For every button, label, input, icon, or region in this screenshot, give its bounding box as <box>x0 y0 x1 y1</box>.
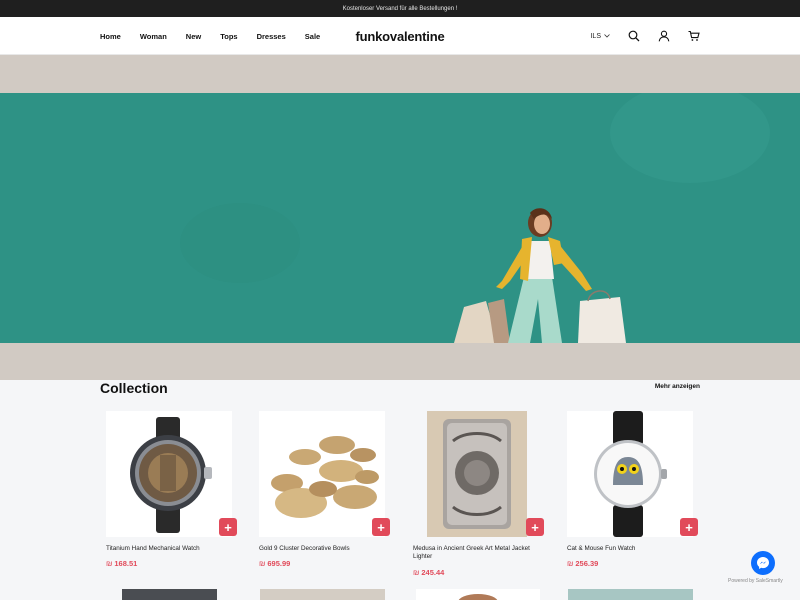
nav-woman[interactable]: Woman <box>140 32 167 41</box>
header-actions: ILS <box>590 17 700 55</box>
price-value: 695.99 <box>267 559 291 568</box>
price-value: 245.44 <box>421 568 445 577</box>
announcement-text: Kostenloser Versand für alle Bestellunge… <box>342 5 458 12</box>
product-image[interactable] <box>122 589 217 600</box>
product-name[interactable]: Gold 9 Cluster Decorative Bowls <box>259 545 395 553</box>
currency-symbol: ₪ <box>413 568 420 577</box>
product-price: ₪ 168.51 <box>106 559 137 568</box>
currency-label: ILS <box>590 32 601 40</box>
product-image[interactable] <box>568 589 693 600</box>
collection-section: Collection Mehr anzeigen + Titanium Hand… <box>0 380 800 600</box>
nav-home[interactable]: Home <box>100 32 121 41</box>
user-icon[interactable] <box>658 30 670 42</box>
currency-symbol: ₪ <box>106 559 113 568</box>
shopping-woman-illustration <box>454 208 626 343</box>
show-more-link[interactable]: Mehr anzeigen <box>655 383 700 390</box>
powered-by-text: Powered by SaleSmartly <box>728 578 783 584</box>
nav-new[interactable]: New <box>186 32 201 41</box>
product-name[interactable]: Titanium Hand Mechanical Watch <box>106 545 242 553</box>
product-name[interactable]: Medusa in Ancient Greek Art Metal Jacket… <box>413 545 549 561</box>
add-to-cart-button[interactable]: + <box>680 518 698 536</box>
product-image[interactable] <box>567 411 693 537</box>
product-image[interactable] <box>260 589 385 600</box>
product-image[interactable] <box>416 589 540 600</box>
hero-banner[interactable] <box>0 55 800 380</box>
nav-dresses[interactable]: Dresses <box>257 32 286 41</box>
cart-icon[interactable] <box>688 30 700 42</box>
price-value: 168.51 <box>114 559 138 568</box>
product-image[interactable] <box>106 411 232 537</box>
nav-tops[interactable]: Tops <box>220 32 237 41</box>
brand-logo[interactable]: funkovalentine <box>340 17 460 55</box>
product-name[interactable]: Cat & Mouse Fun Watch <box>567 545 703 553</box>
add-to-cart-button[interactable]: + <box>372 518 390 536</box>
product-image[interactable] <box>259 411 385 537</box>
chevron-down-icon <box>604 33 610 40</box>
product-price: ₪ 256.39 <box>567 559 598 568</box>
product-price: ₪ 695.99 <box>259 559 290 568</box>
product-image[interactable] <box>413 411 539 537</box>
hero-image <box>0 93 800 343</box>
currency-selector[interactable]: ILS <box>590 33 610 40</box>
nav-sale[interactable]: Sale <box>305 32 320 41</box>
currency-symbol: ₪ <box>567 559 574 568</box>
search-icon[interactable] <box>628 30 640 42</box>
product-price: ₪ 245.44 <box>413 568 444 577</box>
messenger-icon <box>757 557 769 569</box>
collection-title: Collection <box>100 380 168 396</box>
add-to-cart-button[interactable]: + <box>526 518 544 536</box>
site-header: Home Woman New Tops Dresses Sale funkova… <box>0 17 800 55</box>
currency-symbol: ₪ <box>259 559 266 568</box>
price-value: 256.39 <box>575 559 599 568</box>
main-nav: Home Woman New Tops Dresses Sale <box>100 17 339 55</box>
messenger-chat-button[interactable] <box>751 551 775 575</box>
add-to-cart-button[interactable]: + <box>219 518 237 536</box>
announcement-bar: Kostenloser Versand für alle Bestellunge… <box>0 0 800 17</box>
